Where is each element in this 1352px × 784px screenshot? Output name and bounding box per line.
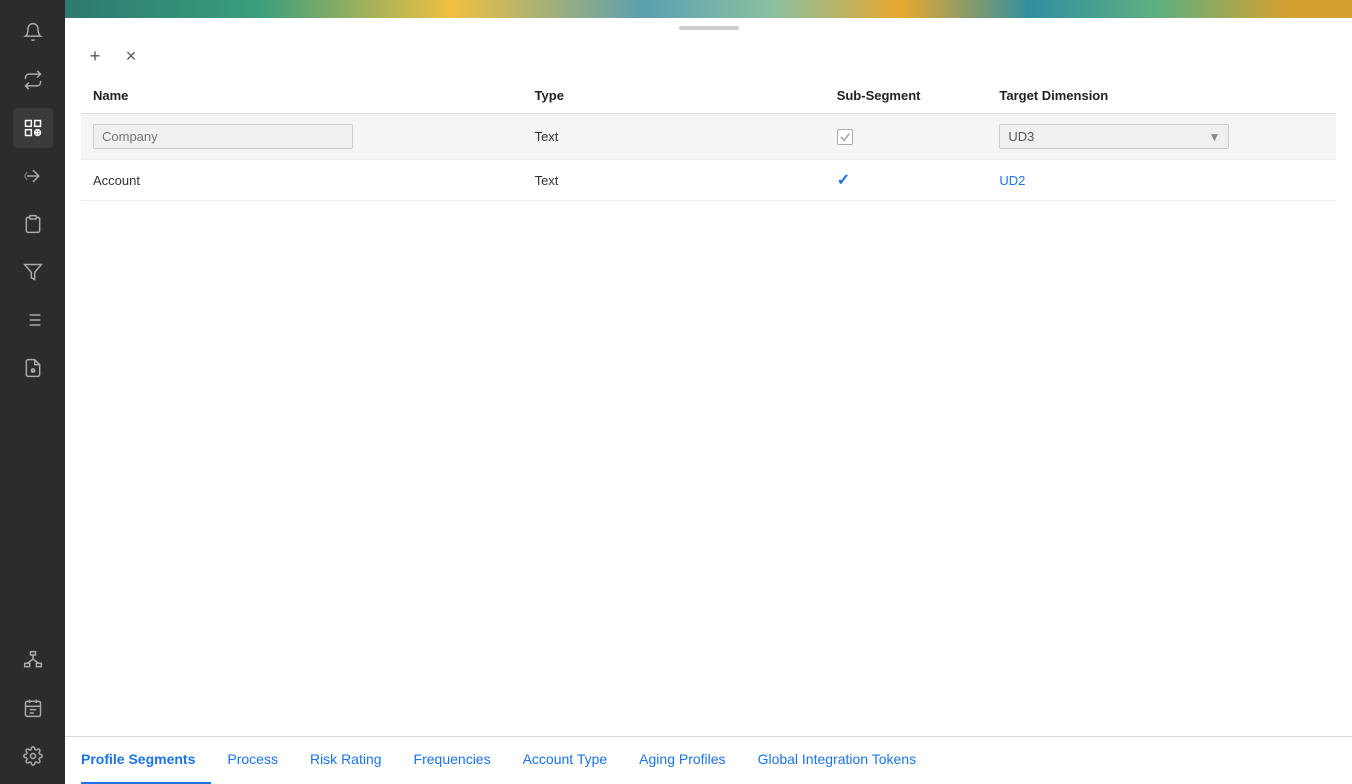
type-cell: Text <box>523 114 825 160</box>
type-cell: Text <box>523 160 825 201</box>
col-header-subseg: Sub-Segment <box>825 78 988 114</box>
target-cell: UD2 <box>987 160 1336 201</box>
subseg-cell[interactable] <box>825 114 988 160</box>
bell-icon[interactable] <box>13 12 53 52</box>
target-select-value: UD3 <box>1008 129 1208 144</box>
tab-aging-profiles[interactable]: Aging Profiles <box>623 737 741 784</box>
target-link[interactable]: UD2 <box>999 173 1025 188</box>
add-button[interactable]: + <box>81 42 109 70</box>
tab-frequencies[interactable]: Frequencies <box>398 737 507 784</box>
subsegment-checkbox[interactable] <box>837 129 853 145</box>
profile-config-icon[interactable] <box>13 108 53 148</box>
name-cell[interactable] <box>81 114 523 160</box>
tab-global-integration-tokens[interactable]: Global Integration Tokens <box>742 737 933 784</box>
sidebar <box>0 0 65 784</box>
subseg-cell[interactable]: ✓ <box>825 160 988 201</box>
tab-risk-rating[interactable]: Risk Rating <box>294 737 398 784</box>
table-row[interactable]: Account Text ✓ UD2 <box>81 160 1336 201</box>
target-cell[interactable]: UD3 ▼ <box>987 114 1336 160</box>
transfer-icon[interactable] <box>13 156 53 196</box>
top-banner <box>65 0 1352 18</box>
col-header-name: Name <box>81 78 523 114</box>
calendar-icon[interactable] <box>13 688 53 728</box>
name-cell: Account <box>81 160 523 201</box>
content-area: + × Name Type Sub-Segment Target Dimensi… <box>65 18 1352 784</box>
toolbar: + × <box>65 34 1352 78</box>
sync-icon[interactable] <box>13 60 53 100</box>
subsegment-checkmark: ✓ <box>837 170 850 190</box>
network-icon[interactable] <box>13 640 53 680</box>
segments-table: Name Type Sub-Segment Target Dimension T… <box>81 78 1336 201</box>
drag-handle-bar <box>679 26 739 30</box>
target-select-wrapper[interactable]: UD3 ▼ <box>999 124 1229 149</box>
table-row[interactable]: Text UD <box>81 114 1336 160</box>
col-header-target: Target Dimension <box>987 78 1336 114</box>
report-view-icon[interactable] <box>13 348 53 388</box>
list-icon[interactable] <box>13 300 53 340</box>
col-header-type: Type <box>523 78 825 114</box>
table-container: Name Type Sub-Segment Target Dimension T… <box>65 78 1352 736</box>
filter-icon[interactable] <box>13 252 53 292</box>
chevron-down-icon: ▼ <box>1208 130 1220 144</box>
gear-icon[interactable] <box>13 736 53 776</box>
tab-account-type[interactable]: Account Type <box>507 737 624 784</box>
name-input[interactable] <box>93 124 353 149</box>
clipboard-icon[interactable] <box>13 204 53 244</box>
main-area: + × Name Type Sub-Segment Target Dimensi… <box>65 0 1352 784</box>
drag-handle <box>65 18 1352 34</box>
tab-process[interactable]: Process <box>211 737 294 784</box>
bottom-tabs: Profile Segments Process Risk Rating Fre… <box>65 736 1352 784</box>
tab-profile-segments[interactable]: Profile Segments <box>81 737 211 784</box>
remove-button[interactable]: × <box>117 42 145 70</box>
